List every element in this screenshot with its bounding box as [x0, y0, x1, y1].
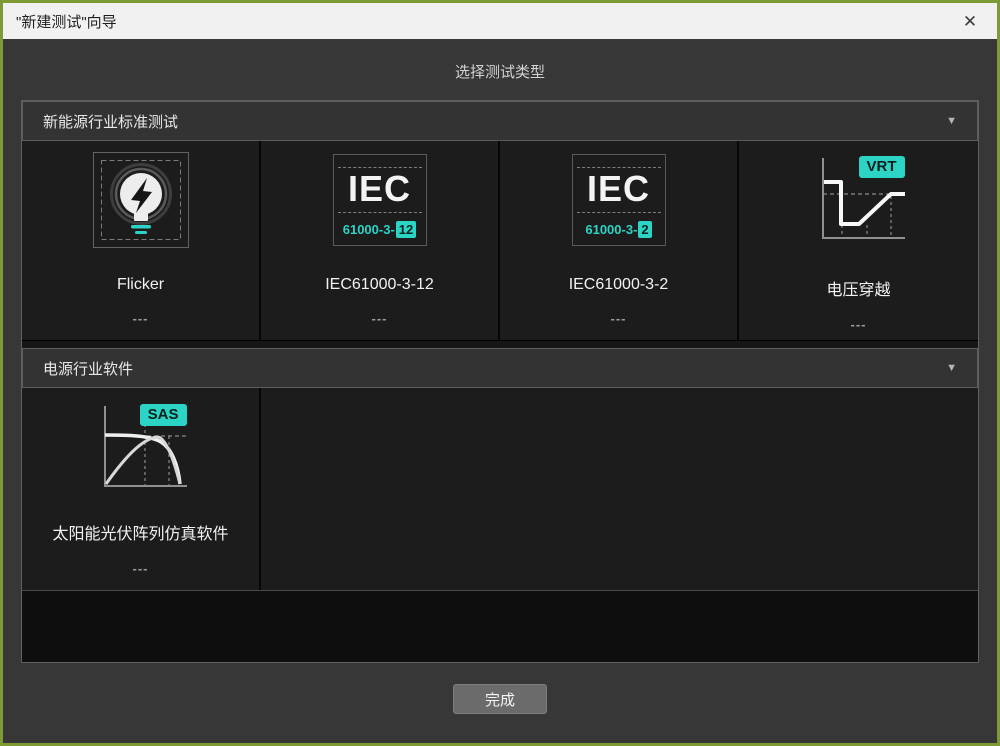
finish-button[interactable]: 完成 [453, 684, 547, 714]
dialog-body: 选择测试类型 新能源行业标准测试 ▼ [3, 39, 997, 743]
card-subtitle: --- [372, 311, 388, 326]
card-subtitle: --- [133, 561, 149, 576]
card-iec61000-3-2[interactable]: IEC 61000-3- 2 IEC61000-3-2 --- [500, 141, 739, 340]
close-button[interactable]: ✕ [957, 8, 983, 34]
iec-series-text: 61000-3- [585, 222, 637, 237]
empty-card-slot [500, 388, 739, 590]
card-flicker[interactable]: Flicker --- [22, 141, 261, 340]
title-bar: "新建测试"向导 ✕ [3, 3, 997, 39]
card-label: 电压穿越 [826, 276, 890, 300]
iec-61000-3-12-logo-icon: IEC 61000-3- 12 [333, 154, 427, 246]
footer: 完成 [3, 663, 997, 743]
test-type-panel: 新能源行业标准测试 ▼ [21, 100, 979, 663]
sas-badge: SAS [140, 404, 187, 426]
card-label: IEC61000-3-2 [569, 276, 669, 294]
chevron-down-icon[interactable]: ▼ [946, 362, 957, 374]
iec-number-badge: 12 [396, 221, 416, 238]
empty-card-slot [261, 388, 500, 590]
card-subtitle: --- [133, 311, 149, 326]
section-header-new-energy[interactable]: 新能源行业标准测试 ▼ [22, 101, 978, 141]
close-icon: ✕ [963, 13, 977, 30]
page-title: 选择测试类型 [3, 39, 997, 82]
empty-card-slot [739, 388, 978, 590]
iec-logo-text: IEC [573, 166, 665, 212]
card-row-power-software: SAS 太阳能光伏阵列仿真软件 --- [22, 388, 978, 591]
window-title: "新建测试"向导 [16, 11, 117, 32]
iec-number-badge: 2 [638, 221, 651, 238]
iec-logo-text: IEC [334, 166, 426, 212]
card-solar-array-simulator[interactable]: SAS 太阳能光伏阵列仿真软件 --- [22, 388, 261, 590]
section-title: 新能源行业标准测试 [43, 111, 178, 132]
card-label: IEC61000-3-12 [325, 276, 434, 294]
card-label: 太阳能光伏阵列仿真软件 [52, 520, 228, 544]
voltage-ride-through-curve-icon: VRT [811, 154, 907, 246]
iec-61000-3-2-logo-icon: IEC 61000-3- 2 [572, 154, 666, 246]
section-title: 电源行业软件 [43, 358, 133, 379]
card-iec61000-3-12[interactable]: IEC 61000-3- 12 IEC61000-3-12 --- [261, 141, 500, 340]
empty-area [22, 591, 978, 662]
card-label: Flicker [117, 276, 164, 294]
section-header-power-software[interactable]: 电源行业软件 ▼ [22, 348, 978, 388]
vrt-badge: VRT [859, 156, 905, 178]
new-test-wizard-dialog: "新建测试"向导 ✕ 选择测试类型 新能源行业标准测试 ▼ [0, 0, 1000, 746]
iec-series-text: 61000-3- [343, 222, 395, 237]
card-subtitle: --- [851, 317, 867, 332]
flicker-bulb-icon [93, 152, 189, 248]
card-row-new-energy: Flicker --- IEC 61000-3- 12 [22, 141, 978, 341]
card-voltage-ride-through[interactable]: VRT 电压穿越 --- [739, 141, 978, 340]
chevron-down-icon[interactable]: ▼ [946, 115, 957, 127]
solar-array-simulator-curve-icon: SAS [93, 402, 189, 494]
card-subtitle: --- [611, 311, 627, 326]
